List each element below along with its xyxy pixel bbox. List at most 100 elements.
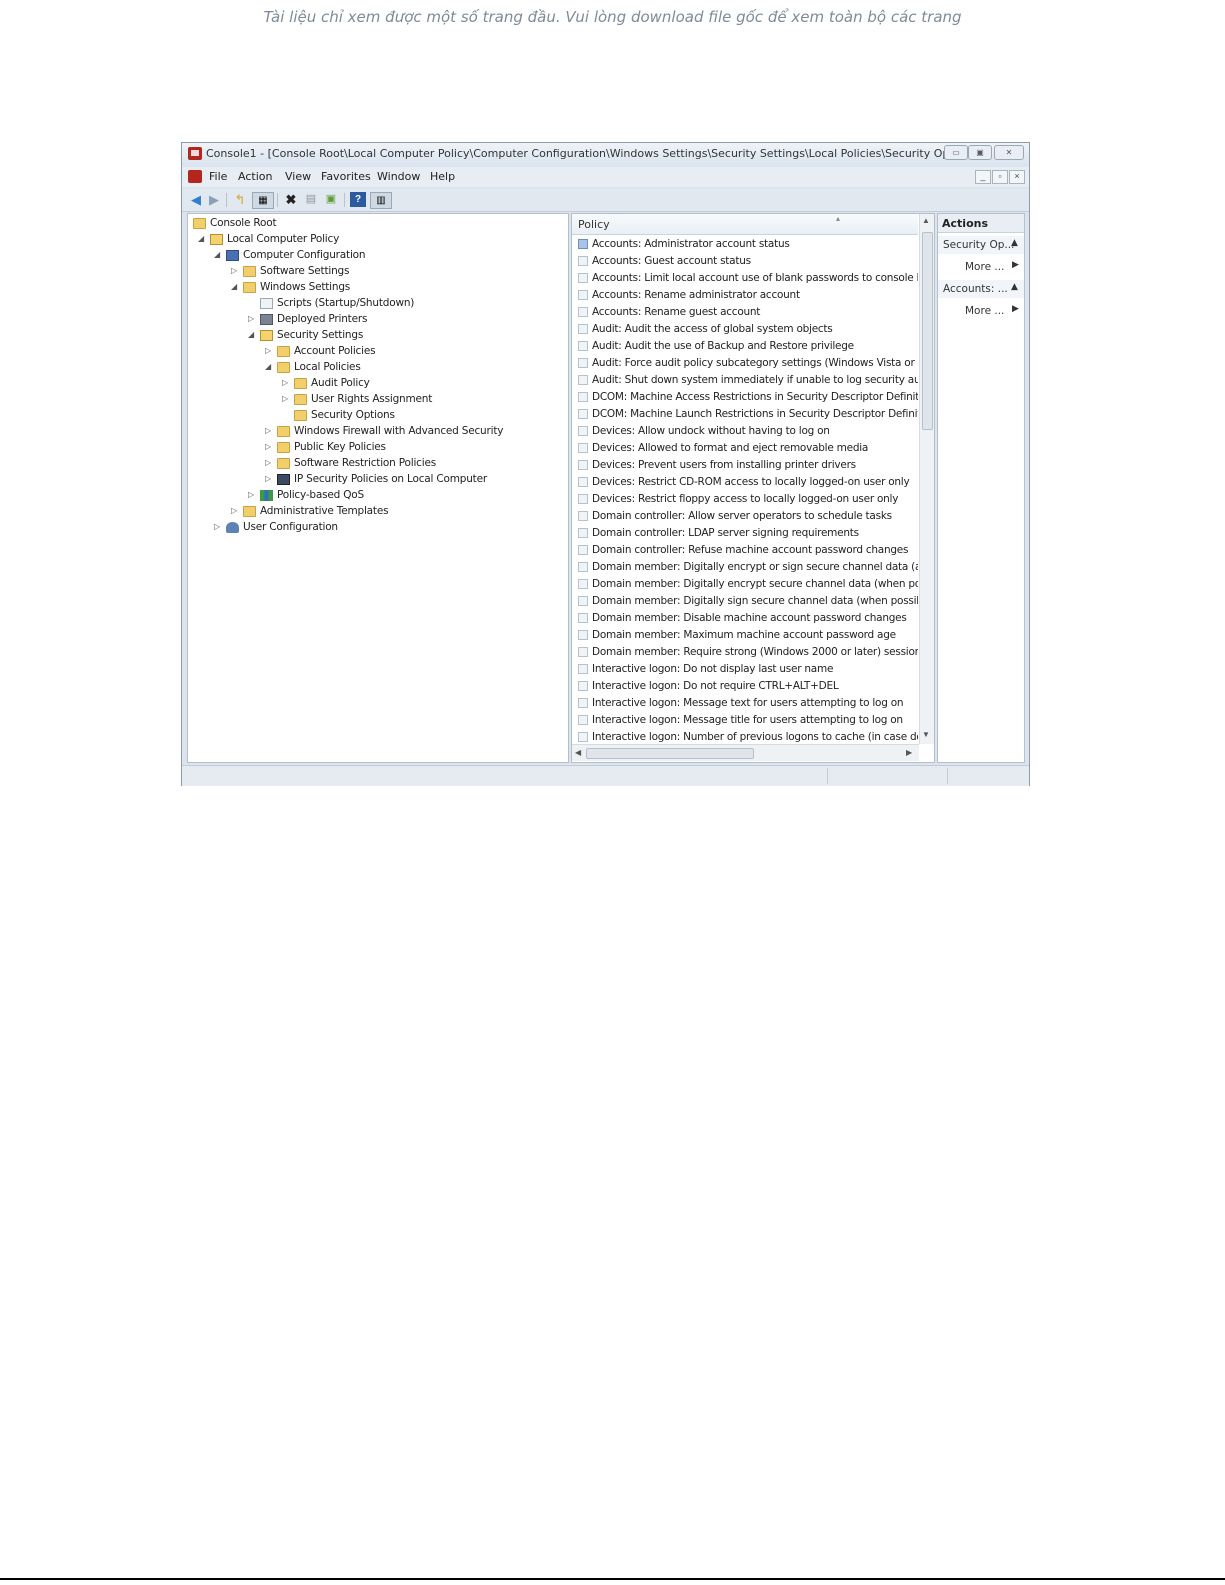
forward-arrow-icon[interactable]: ▶	[206, 192, 222, 207]
horizontal-scrollbar[interactable]: ◀ ▶	[572, 744, 919, 761]
policy-row[interactable]: Interactive logon: Number of previous lo…	[572, 729, 918, 742]
title-bar[interactable]: Console1 - [Console Root\Local Computer …	[182, 143, 1029, 165]
policy-row[interactable]: Devices: Allow undock without having to …	[572, 423, 918, 440]
folder-icon	[243, 282, 256, 293]
expand-triangle-icon[interactable]: ▷	[248, 490, 254, 499]
tree-node-label: Administrative Templates	[260, 505, 389, 517]
policy-row[interactable]: Domain controller: LDAP server signing r…	[572, 525, 918, 542]
policy-name: DCOM: Machine Launch Restrictions in Sec…	[592, 408, 918, 420]
policy-row[interactable]: Interactive logon: Message text for user…	[572, 695, 918, 712]
expand-triangle-icon[interactable]: ▷	[265, 458, 271, 467]
child-minimize-button[interactable]: _	[975, 170, 991, 184]
policy-row[interactable]: Audit: Audit the use of Backup and Resto…	[572, 338, 918, 355]
policy-row[interactable]: Domain member: Require strong (Windows 2…	[572, 644, 918, 661]
expand-triangle-icon[interactable]: ▷	[282, 394, 288, 403]
menu-file[interactable]: File	[209, 170, 227, 183]
child-close-button[interactable]: ×	[1009, 170, 1025, 184]
vertical-scrollbar[interactable]: ▲ ▼	[919, 214, 934, 744]
menu-action[interactable]: Action	[238, 170, 272, 183]
policy-row[interactable]: Domain controller: Allow server operator…	[572, 508, 918, 525]
policy-name: Interactive logon: Message text for user…	[592, 697, 904, 709]
expand-triangle-icon[interactable]: ▷	[231, 506, 237, 515]
policy-row[interactable]: Devices: Restrict floppy access to local…	[572, 491, 918, 508]
policy-row[interactable]: Accounts: Administrator account status	[572, 236, 918, 253]
expand-triangle-icon[interactable]: ▷	[265, 346, 271, 355]
policy-row[interactable]: Domain member: Digitally sign secure cha…	[572, 593, 918, 610]
policy-row[interactable]: DCOM: Machine Launch Restrictions in Sec…	[572, 406, 918, 423]
scroll-down-icon[interactable]: ▼	[922, 730, 930, 739]
export-list-icon[interactable]: ▣	[323, 192, 339, 207]
policy-name: Domain member: Maximum machine account p…	[592, 629, 896, 641]
policy-row[interactable]: Accounts: Rename guest account	[572, 304, 918, 321]
policy-row[interactable]: DCOM: Machine Access Restrictions in Sec…	[572, 389, 918, 406]
menu-view[interactable]: View	[285, 170, 311, 183]
policy-name: Audit: Audit the access of global system…	[592, 323, 833, 335]
collapse-up-icon[interactable]: ▲	[1011, 238, 1018, 248]
policy-row[interactable]: Accounts: Limit local account use of bla…	[572, 270, 918, 287]
expand-triangle-icon[interactable]: ▷	[265, 474, 271, 483]
menu-favorites[interactable]: Favorites	[321, 170, 371, 183]
scroll-up-icon[interactable]: ▲	[922, 216, 930, 225]
document-icon	[260, 298, 273, 309]
policy-row[interactable]: Interactive logon: Do not display last u…	[572, 661, 918, 678]
policy-row[interactable]: Accounts: Guest account status	[572, 253, 918, 270]
console-tree-pane[interactable]: Console Root ◢ Local Computer Policy ◢ Compu…	[187, 213, 569, 763]
vertical-scroll-thumb[interactable]	[922, 232, 933, 430]
policy-setting-icon	[578, 596, 588, 606]
menu-help[interactable]: Help	[430, 170, 455, 183]
show-hide-tree-icon[interactable]: ▦	[252, 192, 274, 209]
actions-section-selected-policy[interactable]: Accounts: ... ▲	[938, 280, 1024, 298]
actions-section-security-options[interactable]: Security Op... ▲	[938, 236, 1024, 254]
expand-triangle-icon[interactable]: ▷	[265, 426, 271, 435]
policy-row[interactable]: Domain controller: Refuse machine accoun…	[572, 542, 918, 559]
policy-row[interactable]: Domain member: Digitally encrypt or sign…	[572, 559, 918, 576]
folder-icon	[294, 378, 307, 389]
policy-row[interactable]: Audit: Shut down system immediately if u…	[572, 372, 918, 389]
computer-icon	[226, 250, 239, 261]
policy-row[interactable]: Devices: Allowed to format and eject rem…	[572, 440, 918, 457]
close-button[interactable]: ✕	[994, 145, 1024, 160]
expand-triangle-icon[interactable]: ▷	[265, 442, 271, 451]
child-restore-button[interactable]: ▫	[992, 170, 1008, 184]
properties-icon[interactable]: ▤	[303, 192, 319, 207]
maximize-button[interactable]: ▣	[968, 145, 992, 160]
expand-triangle-icon[interactable]: ▷	[231, 266, 237, 275]
policy-row[interactable]: Devices: Prevent users from installing p…	[572, 457, 918, 474]
collapse-up-icon[interactable]: ▲	[1011, 282, 1018, 292]
expand-triangle-icon[interactable]: ▷	[248, 314, 254, 323]
actions-more-button[interactable]: More ... ▶	[938, 258, 1024, 276]
minimize-button[interactable]: ▭	[944, 145, 968, 160]
menu-window[interactable]: Window	[377, 170, 420, 183]
policy-name: Interactive logon: Message title for use…	[592, 714, 903, 726]
policy-row[interactable]: Accounts: Rename administrator account	[572, 287, 918, 304]
policy-setting-icon	[578, 511, 588, 521]
policy-column-header[interactable]: Policy ▴	[572, 214, 918, 235]
expand-triangle-icon[interactable]: ▷	[282, 378, 288, 387]
back-arrow-icon[interactable]: ◀	[188, 192, 204, 207]
policy-row[interactable]: Domain member: Disable machine account p…	[572, 610, 918, 627]
collapse-triangle-icon[interactable]: ◢	[248, 330, 254, 339]
collapse-triangle-icon[interactable]: ◢	[231, 282, 237, 291]
policy-row[interactable]: Domain member: Digitally encrypt secure …	[572, 576, 918, 593]
actions-more-button[interactable]: More ... ▶	[938, 302, 1024, 320]
policy-row[interactable]: Interactive logon: Message title for use…	[572, 712, 918, 729]
policy-row[interactable]: Domain member: Maximum machine account p…	[572, 627, 918, 644]
folder-icon	[277, 426, 290, 437]
collapse-triangle-icon[interactable]: ◢	[198, 234, 204, 243]
policy-row[interactable]: Audit: Audit the access of global system…	[572, 321, 918, 338]
collapse-triangle-icon[interactable]: ◢	[214, 250, 220, 259]
scroll-left-icon[interactable]: ◀	[575, 748, 581, 757]
policy-setting-icon	[578, 426, 588, 436]
console-menu-icon[interactable]	[188, 170, 202, 183]
show-hide-action-pane-icon[interactable]: ▥	[370, 192, 392, 209]
help-icon[interactable]: ?	[350, 192, 366, 207]
scroll-right-icon[interactable]: ▶	[906, 748, 912, 757]
collapse-triangle-icon[interactable]: ◢	[265, 362, 271, 371]
policy-row[interactable]: Devices: Restrict CD-ROM access to local…	[572, 474, 918, 491]
policy-row[interactable]: Audit: Force audit policy subcategory se…	[572, 355, 918, 372]
horizontal-scroll-thumb[interactable]	[586, 748, 754, 759]
policy-row[interactable]: Interactive logon: Do not require CTRL+A…	[572, 678, 918, 695]
up-folder-icon[interactable]: ↰	[232, 192, 248, 207]
expand-triangle-icon[interactable]: ▷	[214, 522, 220, 531]
delete-icon[interactable]: ✖	[283, 192, 299, 207]
